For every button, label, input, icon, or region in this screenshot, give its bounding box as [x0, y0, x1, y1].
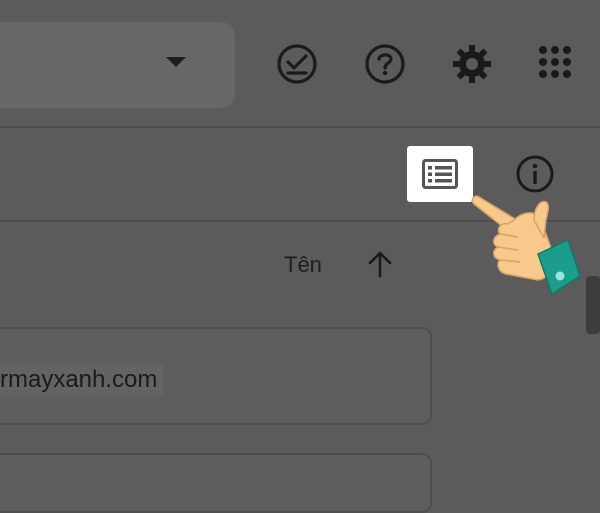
top-bar — [0, 0, 600, 126]
settings-gear-icon[interactable] — [450, 42, 494, 86]
info-icon[interactable] — [514, 153, 556, 195]
list-view-icon — [422, 159, 458, 189]
scrollbar-track[interactable] — [584, 222, 600, 480]
scrollbar-thumb[interactable] — [586, 276, 600, 334]
pointing-hand-icon — [462, 190, 582, 310]
account-list-item[interactable] — [0, 453, 432, 513]
arrow-up-icon[interactable] — [366, 249, 394, 279]
sort-by-name-label[interactable]: Tên — [284, 252, 322, 278]
caret-down-icon[interactable] — [166, 57, 186, 67]
account-email: rmayxanh.com — [0, 365, 164, 397]
apps-grid-icon[interactable] — [533, 40, 577, 84]
task-check-icon[interactable] — [275, 42, 319, 86]
help-icon[interactable] — [363, 42, 407, 86]
account-search-box[interactable] — [0, 22, 235, 108]
